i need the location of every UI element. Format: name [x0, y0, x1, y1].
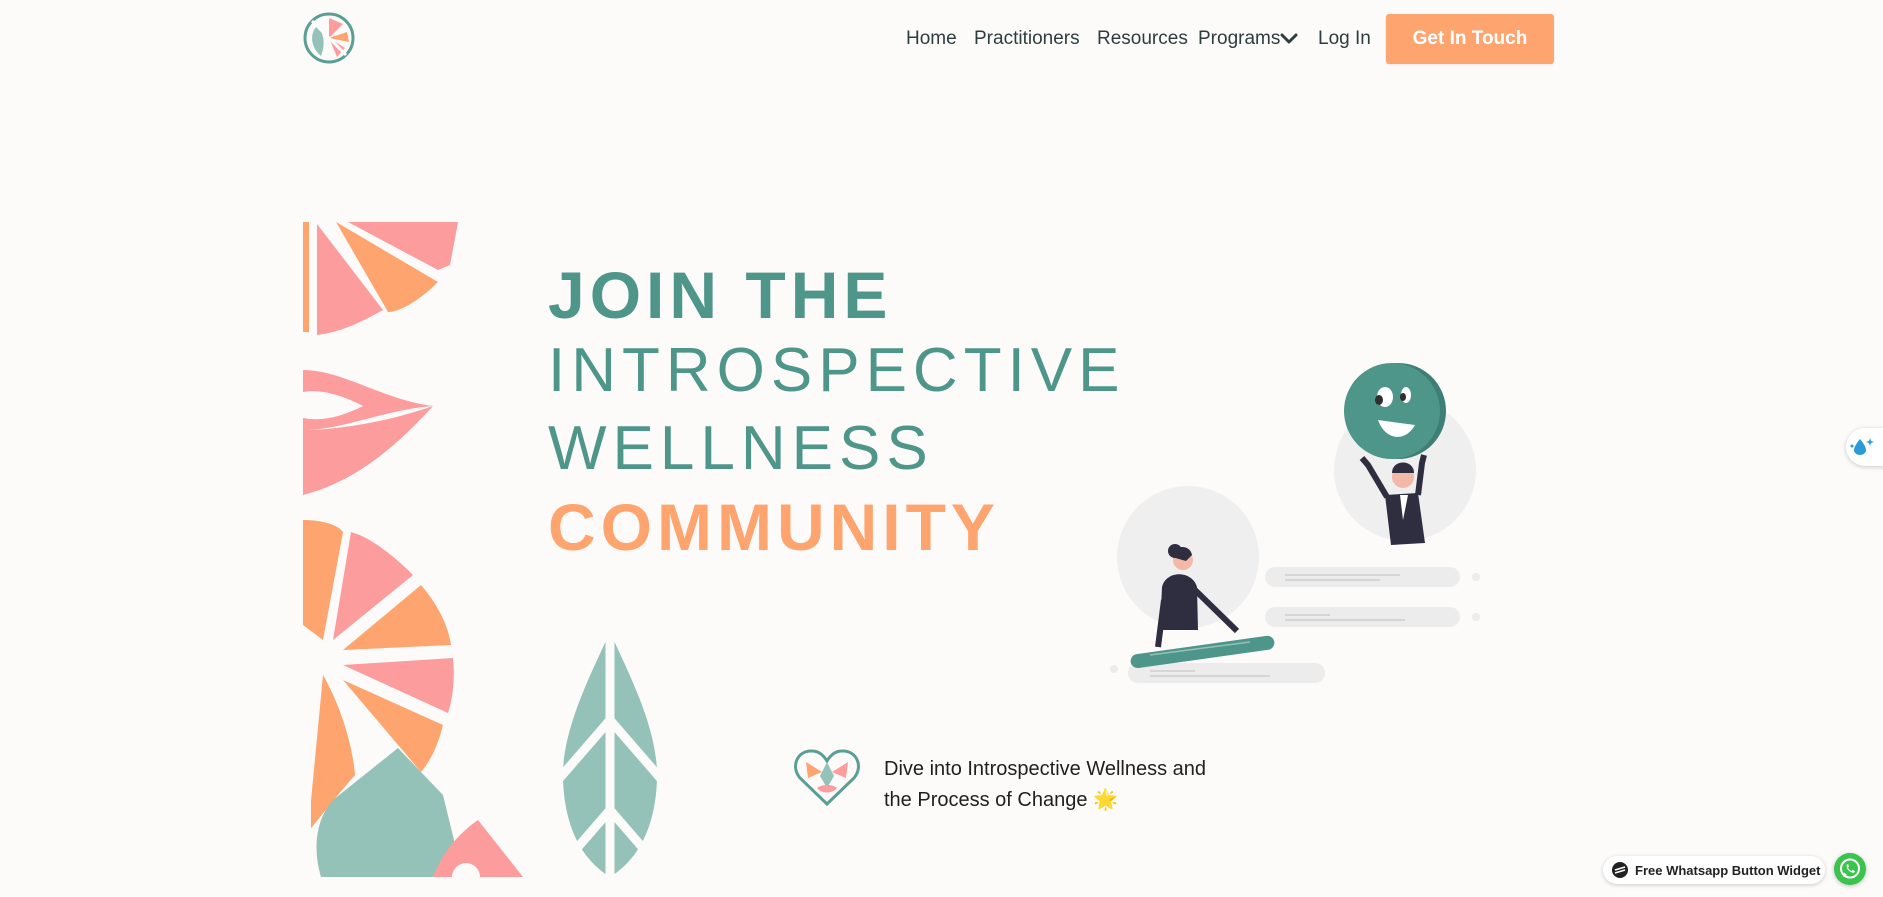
whatsapp-widget-text: Free Whatsapp Button Widget — [1635, 862, 1821, 878]
chevron-down-icon[interactable] — [1280, 32, 1298, 46]
tagline-line-1: Dive into Introspective Wellness and — [884, 758, 1207, 780]
nav-home-link[interactable]: Home — [906, 28, 957, 50]
whatsapp-widget-label[interactable]: Free Whatsapp Button Widget — [1603, 856, 1825, 884]
nav-resources-link[interactable]: Resources — [1097, 28, 1188, 50]
people-with-smiley-illustration — [1100, 355, 1485, 685]
nav-practitioners-link[interactable]: Practitioners — [974, 28, 1080, 50]
site-logo-icon[interactable] — [303, 12, 355, 64]
whatsapp-button[interactable] — [1834, 853, 1866, 885]
heart-logo-icon — [792, 748, 862, 808]
water-drop-widget-button[interactable] — [1846, 428, 1883, 466]
tagline-line-2: the Process of Change 🌟 — [884, 789, 1118, 811]
get-in-touch-button[interactable]: Get In Touch — [1386, 14, 1554, 64]
headline-line-4: COMMUNITY — [548, 490, 1000, 564]
water-drop-icon — [1850, 438, 1874, 455]
whatsapp-widget-logo-icon — [1612, 862, 1628, 878]
whatsapp-icon — [1840, 858, 1860, 879]
headline-line-1: JOIN THE — [548, 258, 893, 332]
nav-login-link[interactable]: Log In — [1318, 28, 1371, 50]
headline-line-2: INTROSPECTIVE — [548, 336, 1126, 405]
headline-line-3: WELLNESS — [548, 414, 934, 483]
nav-programs-link[interactable]: Programs — [1198, 28, 1280, 50]
